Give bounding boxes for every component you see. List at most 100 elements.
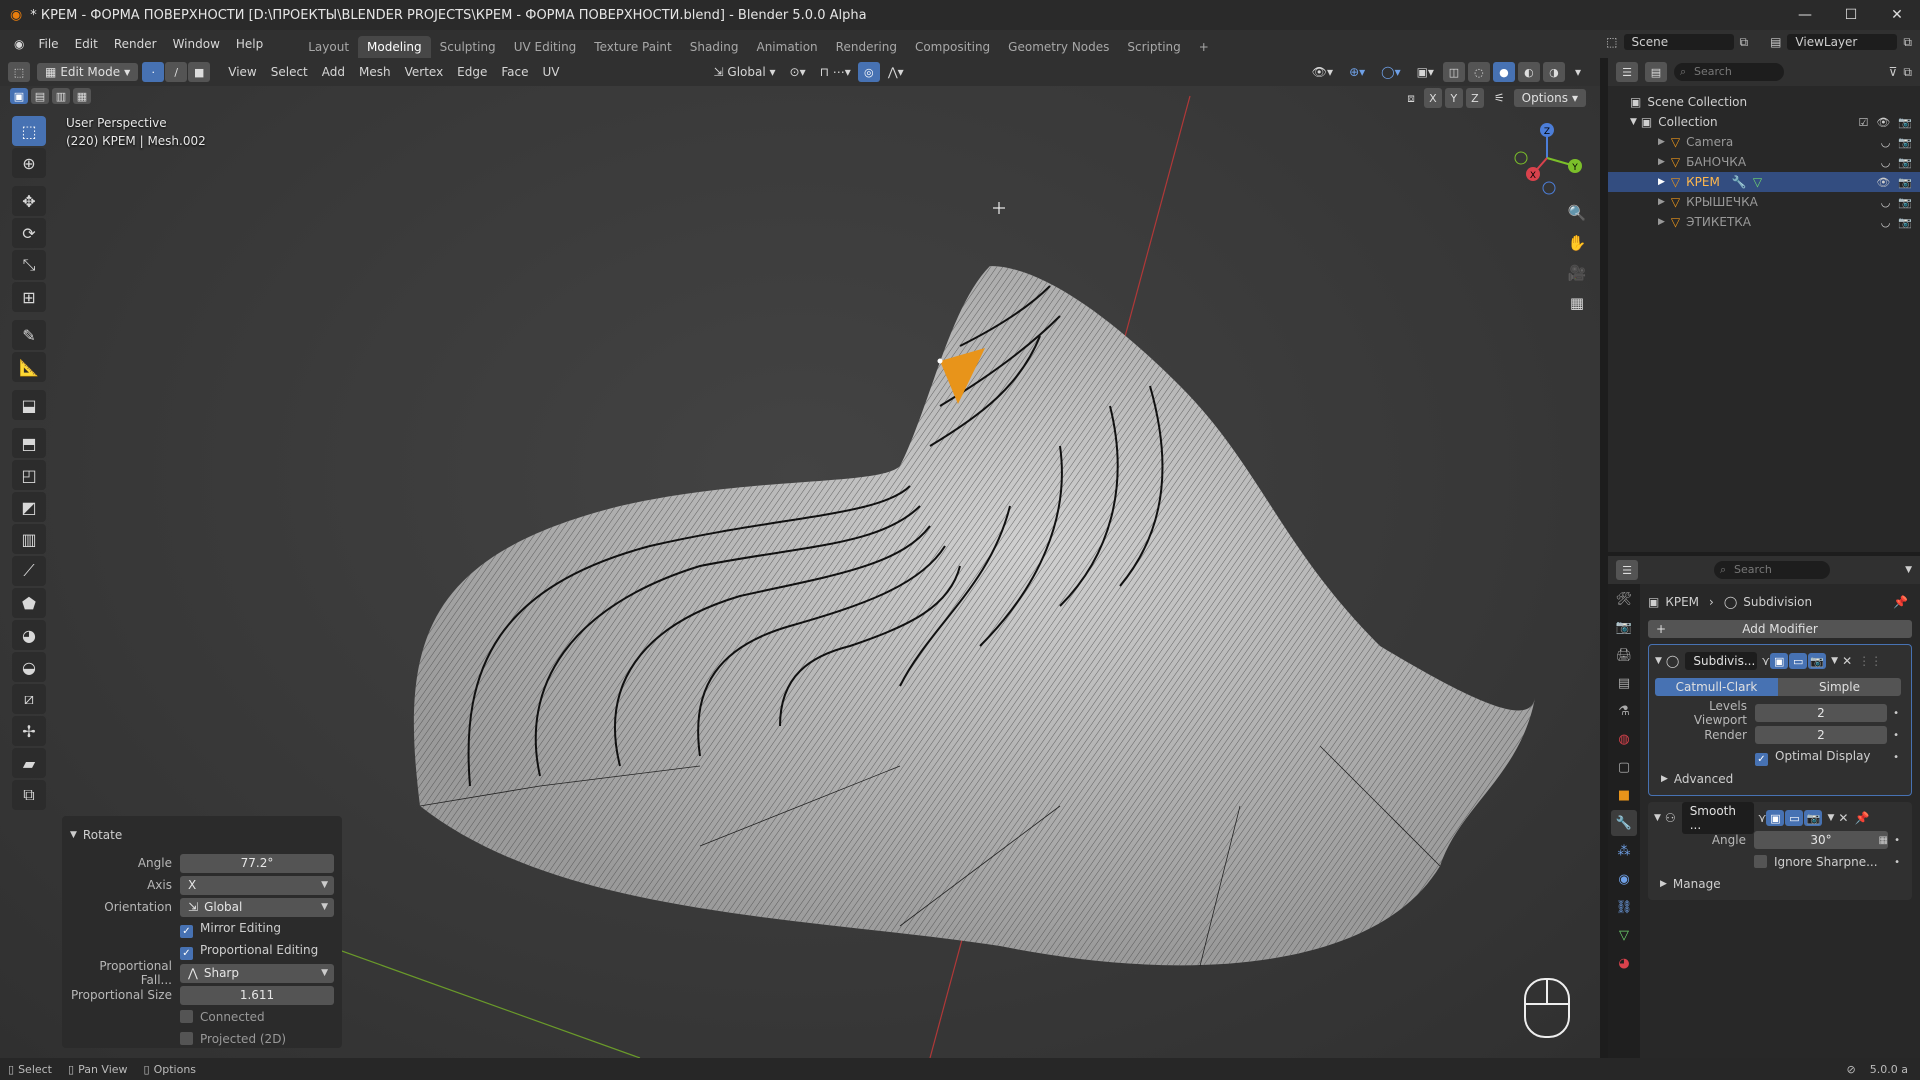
view-layer-tab-icon[interactable]: ▤ xyxy=(1611,670,1637,696)
tab-geometry-nodes[interactable]: Geometry Nodes xyxy=(999,36,1118,58)
chevron-right-icon[interactable]: ▶ xyxy=(1658,157,1665,167)
display-mode-icon[interactable]: ▤ xyxy=(1645,62,1667,82)
keyframe-dot-icon[interactable]: • xyxy=(1893,752,1899,763)
select-extend-icon[interactable]: ▤ xyxy=(31,88,49,104)
chevron-down-icon[interactable]: ▼ xyxy=(1827,813,1834,823)
tab-animation[interactable]: Animation xyxy=(747,36,826,58)
edit-mode-toggle-icon[interactable]: ⋎ xyxy=(1761,654,1770,668)
tab-shading[interactable]: Shading xyxy=(681,36,748,58)
menu-file[interactable]: File xyxy=(30,30,66,58)
keyframe-dot-icon[interactable]: • xyxy=(1893,730,1899,741)
falloff-dropdown[interactable]: ⋀ Sharp ▼ xyxy=(180,963,334,983)
view-layer-icon[interactable]: ▤ xyxy=(1770,35,1781,49)
rendered-shading-icon[interactable]: ◑ xyxy=(1542,62,1565,82)
axis-dropdown[interactable]: X ▼ xyxy=(180,875,334,895)
orientation-dropdown[interactable]: ⇲ Global ▼ xyxy=(180,897,334,917)
scene-collection-row[interactable]: ▣ Scene Collection xyxy=(1608,92,1920,112)
physics-tab-icon[interactable]: ◉ xyxy=(1611,866,1637,892)
camera-render-icon[interactable]: 📷 xyxy=(1898,156,1912,169)
menu-window[interactable]: Window xyxy=(165,30,228,58)
options-dropdown[interactable]: Options ▾ xyxy=(1513,89,1586,107)
cage-toggle-icon[interactable]: ▣ xyxy=(1770,653,1789,669)
input-attribute-toggle-icon[interactable]: ▦ xyxy=(1879,835,1888,846)
world-tab-icon[interactable]: ◍ xyxy=(1611,726,1637,752)
filter-icon[interactable]: ⊽ xyxy=(1889,65,1898,79)
scale-tool-icon[interactable]: ⤡ xyxy=(12,250,46,280)
close-window-button[interactable]: ✕ xyxy=(1874,0,1920,30)
collection-tab-icon[interactable]: ▢ xyxy=(1611,754,1637,780)
drag-handle-icon[interactable]: ⋮⋮ xyxy=(1858,654,1882,668)
transform-orientation-dropdown[interactable]: ⇲ Global ▾ xyxy=(707,63,783,81)
knife-tool-icon[interactable]: ⟋ xyxy=(12,556,46,586)
menu-render[interactable]: Render xyxy=(106,30,165,58)
shading-options-icon[interactable]: ▾ xyxy=(1568,63,1588,81)
face-select-icon[interactable]: ■ xyxy=(188,62,211,82)
eye-closed-icon[interactable]: ◡ xyxy=(1881,216,1891,229)
camera-render-icon[interactable]: 📷 xyxy=(1898,136,1912,149)
chevron-right-icon[interactable]: ▶ xyxy=(1658,217,1665,227)
shear-tool-icon[interactable]: ▰ xyxy=(12,748,46,778)
chevron-right-icon[interactable]: ▶ xyxy=(1658,197,1665,207)
proportional-editing-checkbox[interactable]: ✓ Proportional Editing xyxy=(180,943,318,960)
annotate-tool-icon[interactable]: ✎ xyxy=(12,320,46,350)
select-subtract-icon[interactable]: ▥ xyxy=(52,88,70,104)
mirror-z-button[interactable]: Z xyxy=(1465,88,1484,108)
outliner-item-banochka[interactable]: ▶ ▽ БАНОЧКА ◡ 📷 xyxy=(1608,152,1920,172)
keyframe-dot-icon[interactable]: • xyxy=(1894,835,1900,846)
simple-button[interactable]: Simple xyxy=(1778,678,1901,696)
tab-compositing[interactable]: Compositing xyxy=(906,36,999,58)
rip-tool-icon[interactable]: ⧉ xyxy=(12,780,46,810)
scene-icon[interactable]: ⬚ xyxy=(1606,35,1617,49)
tab-scripting[interactable]: Scripting xyxy=(1118,36,1189,58)
gizmo-icon[interactable]: ⊕▾ xyxy=(1342,63,1372,81)
editor-type-icon[interactable]: ☰ xyxy=(1616,560,1638,580)
eye-icon[interactable]: 👁 xyxy=(1876,116,1890,129)
outliner-item-kryshechka[interactable]: ▶ ▽ КРЫШЕЧКА ◡ 📷 xyxy=(1608,192,1920,212)
extrude-tool-icon[interactable]: ⬒ xyxy=(12,428,46,458)
modifier-tab-icon[interactable]: 🔧 xyxy=(1611,810,1637,836)
tab-texture-paint[interactable]: Texture Paint xyxy=(585,36,680,58)
add-cube-tool-icon[interactable]: ⬓ xyxy=(12,390,46,420)
modifier-name-field[interactable]: Subdivis... xyxy=(1685,652,1758,670)
tab-uv-editing[interactable]: UV Editing xyxy=(505,36,586,58)
render-toggle-icon[interactable]: 📷 xyxy=(1804,810,1823,826)
viewport-toggle-icon[interactable]: ▭ xyxy=(1789,653,1808,669)
cursor-tool-icon[interactable]: ⊕ xyxy=(12,148,46,178)
perspective-toggle-icon[interactable]: ▦ xyxy=(1564,290,1590,316)
tab-rendering[interactable]: Rendering xyxy=(827,36,906,58)
select-new-icon[interactable]: ▣ xyxy=(10,88,28,104)
xray-icon[interactable]: ◫ xyxy=(1442,62,1465,82)
new-scene-icon[interactable]: ⧉ xyxy=(1740,35,1749,50)
menu-select[interactable]: Select xyxy=(264,63,315,81)
mirror-y-button[interactable]: Y xyxy=(1444,88,1463,108)
maximize-button[interactable]: ☐ xyxy=(1828,0,1874,30)
editor-type-icon[interactable]: ⬚ xyxy=(8,62,30,82)
camera-render-icon[interactable]: 📷 xyxy=(1898,196,1912,209)
new-collection-icon[interactable]: ⧉ xyxy=(1903,65,1912,80)
pivot-point-icon[interactable]: ⊙▾ xyxy=(783,63,813,81)
menu-edge[interactable]: Edge xyxy=(450,63,494,81)
data-tab-icon[interactable]: ▽ xyxy=(1611,922,1637,948)
loop-cut-tool-icon[interactable]: ▥ xyxy=(12,524,46,554)
navigation-gizmo[interactable]: Z Y X xyxy=(1505,120,1595,196)
chevron-right-icon[interactable]: ▶ xyxy=(1658,177,1665,187)
outliner-item-camera[interactable]: ▶ ▽ Camera ◡ 📷 xyxy=(1608,132,1920,152)
bevel-tool-icon[interactable]: ◩ xyxy=(12,492,46,522)
snap-settings-icon[interactable]: ⚟ xyxy=(1487,89,1512,107)
menu-vertex[interactable]: Vertex xyxy=(398,63,451,81)
menu-view[interactable]: View xyxy=(221,63,263,81)
manage-subpanel[interactable]: ▶ Manage xyxy=(1654,874,1906,894)
add-modifier-button[interactable]: + Add Modifier xyxy=(1648,620,1912,638)
exclude-checkbox-icon[interactable]: ☑ xyxy=(1858,116,1868,129)
chevron-down-icon[interactable]: ▼ xyxy=(1655,656,1662,666)
overlay-icon[interactable]: ◯▾ xyxy=(1374,63,1407,81)
mesh-overlay-icon[interactable]: ▣▾ xyxy=(1410,63,1441,81)
keyframe-dot-icon[interactable]: • xyxy=(1893,708,1899,719)
menu-uv[interactable]: UV xyxy=(536,63,567,81)
ignore-sharpness-checkbox[interactable]: Ignore Sharpne... xyxy=(1754,855,1878,869)
pan-hand-icon[interactable]: ✋ xyxy=(1564,230,1590,256)
shrink-fatten-tool-icon[interactable]: ✢ xyxy=(12,716,46,746)
catmull-clark-button[interactable]: Catmull-Clark xyxy=(1655,678,1778,696)
spin-tool-icon[interactable]: ◕ xyxy=(12,620,46,650)
falloff-icon[interactable]: ⋀▾ xyxy=(881,63,911,81)
